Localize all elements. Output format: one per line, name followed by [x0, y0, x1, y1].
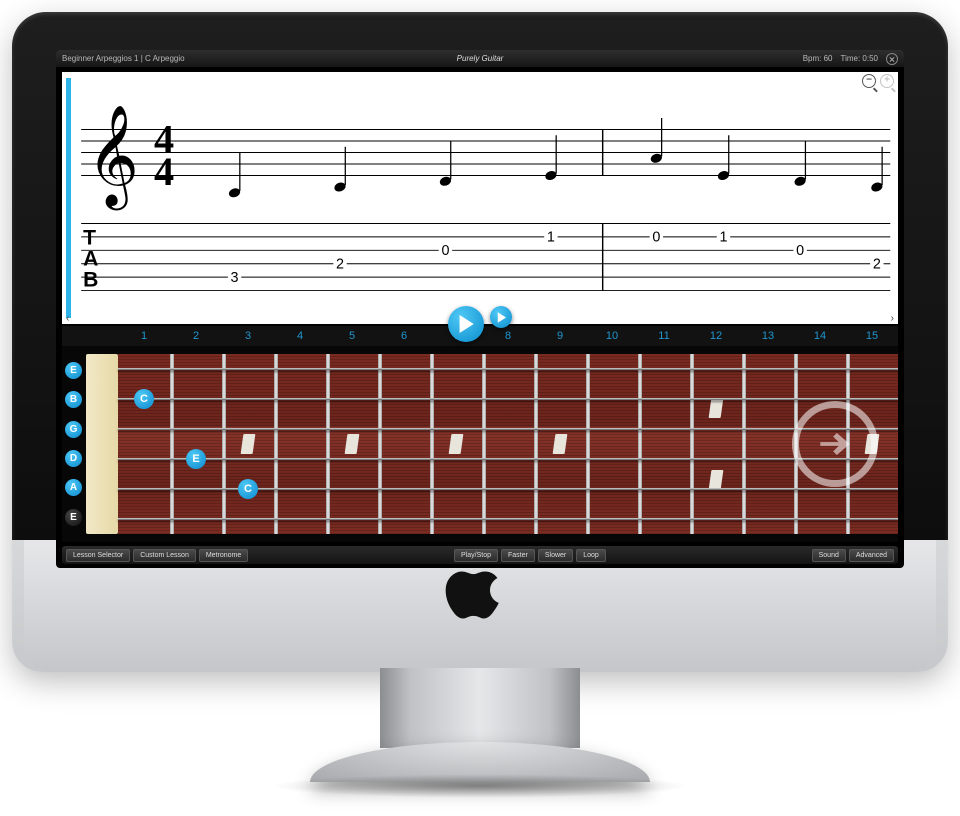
- faster-button[interactable]: Faster: [501, 549, 535, 562]
- fret-number: 5: [326, 326, 378, 346]
- fretwire: [274, 354, 278, 534]
- fretwire: [534, 354, 538, 534]
- treble-clef-icon: 𝄞: [87, 106, 139, 211]
- inlay-marker: [345, 434, 360, 454]
- fret-number: 3: [222, 326, 274, 346]
- finger-marker[interactable]: E: [186, 449, 206, 469]
- play-step-button[interactable]: [490, 306, 512, 328]
- tab-fret-number: 3: [231, 270, 239, 286]
- tab-label-b: B: [83, 269, 98, 292]
- tab-fret-number: 0: [796, 243, 804, 259]
- custom-lesson-button[interactable]: Custom Lesson: [133, 549, 196, 562]
- inlay-marker: [709, 470, 724, 490]
- fret-number: 15: [846, 326, 898, 346]
- titlebar: Beginner Arpeggios 1 | C Arpeggio Purely…: [56, 50, 904, 68]
- advanced-button[interactable]: Advanced: [849, 549, 894, 562]
- inlay-marker: [553, 434, 568, 454]
- finger-marker[interactable]: C: [238, 479, 258, 499]
- monitor-bezel: Beginner Arpeggios 1 | C Arpeggio Purely…: [12, 12, 948, 672]
- open-string-column: EBGDAE: [65, 356, 83, 532]
- fretwire: [326, 354, 330, 534]
- fretboard-surface[interactable]: C E C: [118, 354, 898, 534]
- fretwire: [222, 354, 226, 534]
- tab-fret-number: 0: [441, 243, 449, 259]
- next-arrow-icon[interactable]: [792, 401, 878, 487]
- fretwire: [638, 354, 642, 534]
- fret-number: 12: [690, 326, 742, 346]
- fretwire: [430, 354, 434, 534]
- tab-fret-number: 2: [873, 257, 881, 273]
- tab-fret-number: 2: [336, 257, 344, 273]
- metronome-button[interactable]: Metronome: [199, 549, 248, 562]
- fretwire: [482, 354, 486, 534]
- tab-fret-number: 1: [719, 230, 727, 246]
- time-sig-bottom: 4: [154, 149, 174, 194]
- fret-number: 6: [378, 326, 430, 346]
- fretboard[interactable]: EBGDAE CEC: [62, 346, 898, 542]
- fret-number: 1: [118, 326, 170, 346]
- bottom-toolbar: Lesson SelectorCustom LessonMetronome Pl…: [62, 546, 898, 564]
- fret-number: 13: [742, 326, 794, 346]
- sound-button[interactable]: Sound: [812, 549, 846, 562]
- fretwire: [586, 354, 590, 534]
- fret-number: 9: [534, 326, 586, 346]
- tab-label-t: T: [83, 227, 96, 250]
- app-screen: Beginner Arpeggios 1 | C Arpeggio Purely…: [56, 50, 904, 568]
- app-name: Purely Guitar: [457, 54, 504, 63]
- scroll-left-icon[interactable]: ‹: [66, 313, 69, 324]
- open-string-dot[interactable]: E: [65, 362, 82, 379]
- fretwire: [378, 354, 382, 534]
- lesson-title: Beginner Arpeggios 1 | C Arpeggio: [62, 54, 185, 63]
- monitor-stand-neck: [380, 668, 580, 748]
- monitor-shadow: [270, 774, 690, 798]
- open-string-dot[interactable]: A: [65, 479, 82, 496]
- nut: [86, 354, 118, 534]
- fret-number: 11: [638, 326, 690, 346]
- score-svg: 𝄞 4 4: [62, 72, 898, 316]
- play-button[interactable]: [448, 306, 484, 342]
- tab-label-a: A: [83, 248, 98, 271]
- open-string-dot[interactable]: B: [65, 391, 82, 408]
- open-string-dot[interactable]: G: [65, 421, 82, 438]
- inlay-marker: [449, 434, 464, 454]
- fret-number: 2: [170, 326, 222, 346]
- notation-panel: − + 𝄞: [62, 72, 898, 326]
- time-readout: Time: 0:50: [841, 54, 879, 63]
- fretwire: [690, 354, 694, 534]
- bpm-readout: Bpm: 60: [803, 54, 833, 63]
- play-stop-button[interactable]: Play/Stop: [454, 549, 498, 562]
- open-string-dot[interactable]: D: [65, 450, 82, 467]
- fretwire: [742, 354, 746, 534]
- close-icon[interactable]: [886, 53, 898, 65]
- finger-marker[interactable]: C: [134, 389, 154, 409]
- fret-number: 14: [794, 326, 846, 346]
- fretwire: [170, 354, 174, 534]
- open-string-dot[interactable]: E: [65, 509, 82, 526]
- fret-number: 10: [586, 326, 638, 346]
- tab-fret-number: 0: [652, 230, 660, 246]
- inlay-marker: [241, 434, 256, 454]
- loop-button[interactable]: Loop: [576, 549, 606, 562]
- lesson-selector-button[interactable]: Lesson Selector: [66, 549, 130, 562]
- fret-number: 4: [274, 326, 326, 346]
- tab-fret-number: 1: [547, 230, 555, 246]
- slower-button[interactable]: Slower: [538, 549, 573, 562]
- monitor: Beginner Arpeggios 1 | C Arpeggio Purely…: [0, 0, 960, 816]
- scroll-right-icon[interactable]: ›: [891, 313, 894, 324]
